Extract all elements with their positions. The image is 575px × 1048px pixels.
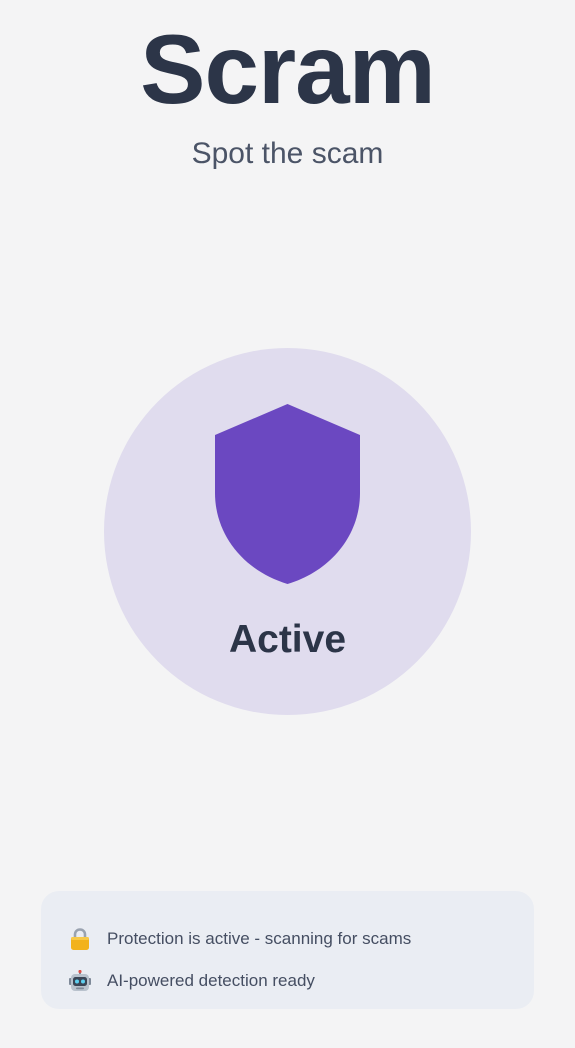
app-subtitle: Spot the scam (191, 137, 384, 170)
robot-icon (67, 968, 93, 994)
protection-status-button[interactable]: Active (104, 348, 471, 715)
status-label: Active (228, 618, 347, 661)
app-title: Scram (140, 14, 436, 124)
lock-icon (67, 926, 93, 952)
info-item-ai-detection: AI-powered detection ready (67, 968, 315, 994)
info-text: AI-powered detection ready (107, 971, 315, 990)
shield-icon (215, 404, 360, 584)
info-text: Protection is active - scanning for scam… (107, 929, 412, 948)
info-item-protection: Protection is active - scanning for scam… (67, 926, 411, 952)
